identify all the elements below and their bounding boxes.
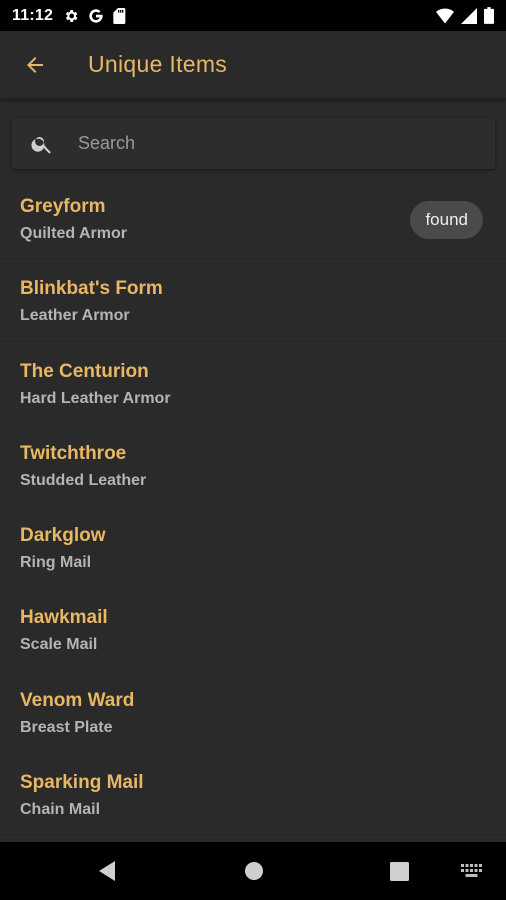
item-type: Ring Mail xyxy=(20,554,92,572)
home-circle-icon xyxy=(245,862,263,880)
item-type: Leather Armor xyxy=(20,307,130,325)
list-item[interactable]: Greyform Quilted Armor found xyxy=(0,177,506,260)
item-type: Breast Plate xyxy=(20,718,113,736)
item-type: Quilted Armor xyxy=(20,225,127,242)
item-name: Darkglow xyxy=(20,525,106,547)
status-right-icons xyxy=(436,7,494,24)
navigation-bar xyxy=(0,842,506,900)
gear-icon xyxy=(63,8,79,24)
item-list: Greyform Quilted Armor found Blinkbat's … xyxy=(0,177,506,836)
google-icon xyxy=(88,8,104,24)
item-name: Sparking Mail xyxy=(20,772,144,794)
nav-home-button[interactable] xyxy=(239,856,269,886)
list-item[interactable]: Twitchthroe Studded Leather xyxy=(0,424,506,507)
list-item[interactable]: Sparking Mail Chain Mail xyxy=(0,753,506,836)
status-time: 11:12 xyxy=(12,6,54,24)
status-bar: 11:12 xyxy=(0,0,506,31)
list-item[interactable]: The Centurion Hard Leather Armor xyxy=(0,342,506,424)
back-triangle-icon xyxy=(99,861,115,881)
signal-icon xyxy=(461,7,477,24)
nav-back-button[interactable] xyxy=(92,856,122,886)
search-input[interactable] xyxy=(78,133,458,154)
item-type: Scale Mail xyxy=(20,636,98,654)
item-name: Greyform xyxy=(20,196,106,217)
back-button[interactable] xyxy=(17,47,53,83)
wifi-icon xyxy=(436,8,454,24)
search-icon xyxy=(30,132,54,156)
keyboard-icon xyxy=(461,864,482,877)
list-item[interactable]: Darkglow Ring Mail xyxy=(0,506,506,589)
page-title: Unique Items xyxy=(88,51,228,77)
item-type: Hard Leather Armor xyxy=(20,389,171,407)
item-name: Twitchthroe xyxy=(20,442,127,464)
item-name: Hawkmail xyxy=(20,607,108,629)
status-left-icons xyxy=(63,7,127,24)
recents-square-icon xyxy=(389,861,409,881)
item-name: Blinkbat's Form xyxy=(20,278,163,300)
list-item[interactable]: Blinkbat's Form Leather Armor xyxy=(0,259,506,342)
search-bar[interactable] xyxy=(12,118,495,169)
item-type: Studded Leather xyxy=(20,471,147,489)
app-bar: Unique Items xyxy=(0,31,506,99)
item-name: The Centurion xyxy=(20,360,149,382)
list-item[interactable]: Venom Ward Breast Plate xyxy=(0,671,506,754)
nav-recents-button[interactable] xyxy=(384,856,414,886)
arrow-back-icon xyxy=(27,56,43,73)
item-type: Chain Mail xyxy=(20,801,101,819)
battery-icon xyxy=(484,7,494,24)
nav-keyboard-button[interactable] xyxy=(457,856,487,886)
item-name: Venom Ward xyxy=(20,689,135,711)
sd-card-icon xyxy=(113,7,127,24)
found-badge: found xyxy=(410,201,483,239)
list-item[interactable]: Hawkmail Scale Mail xyxy=(0,588,506,671)
